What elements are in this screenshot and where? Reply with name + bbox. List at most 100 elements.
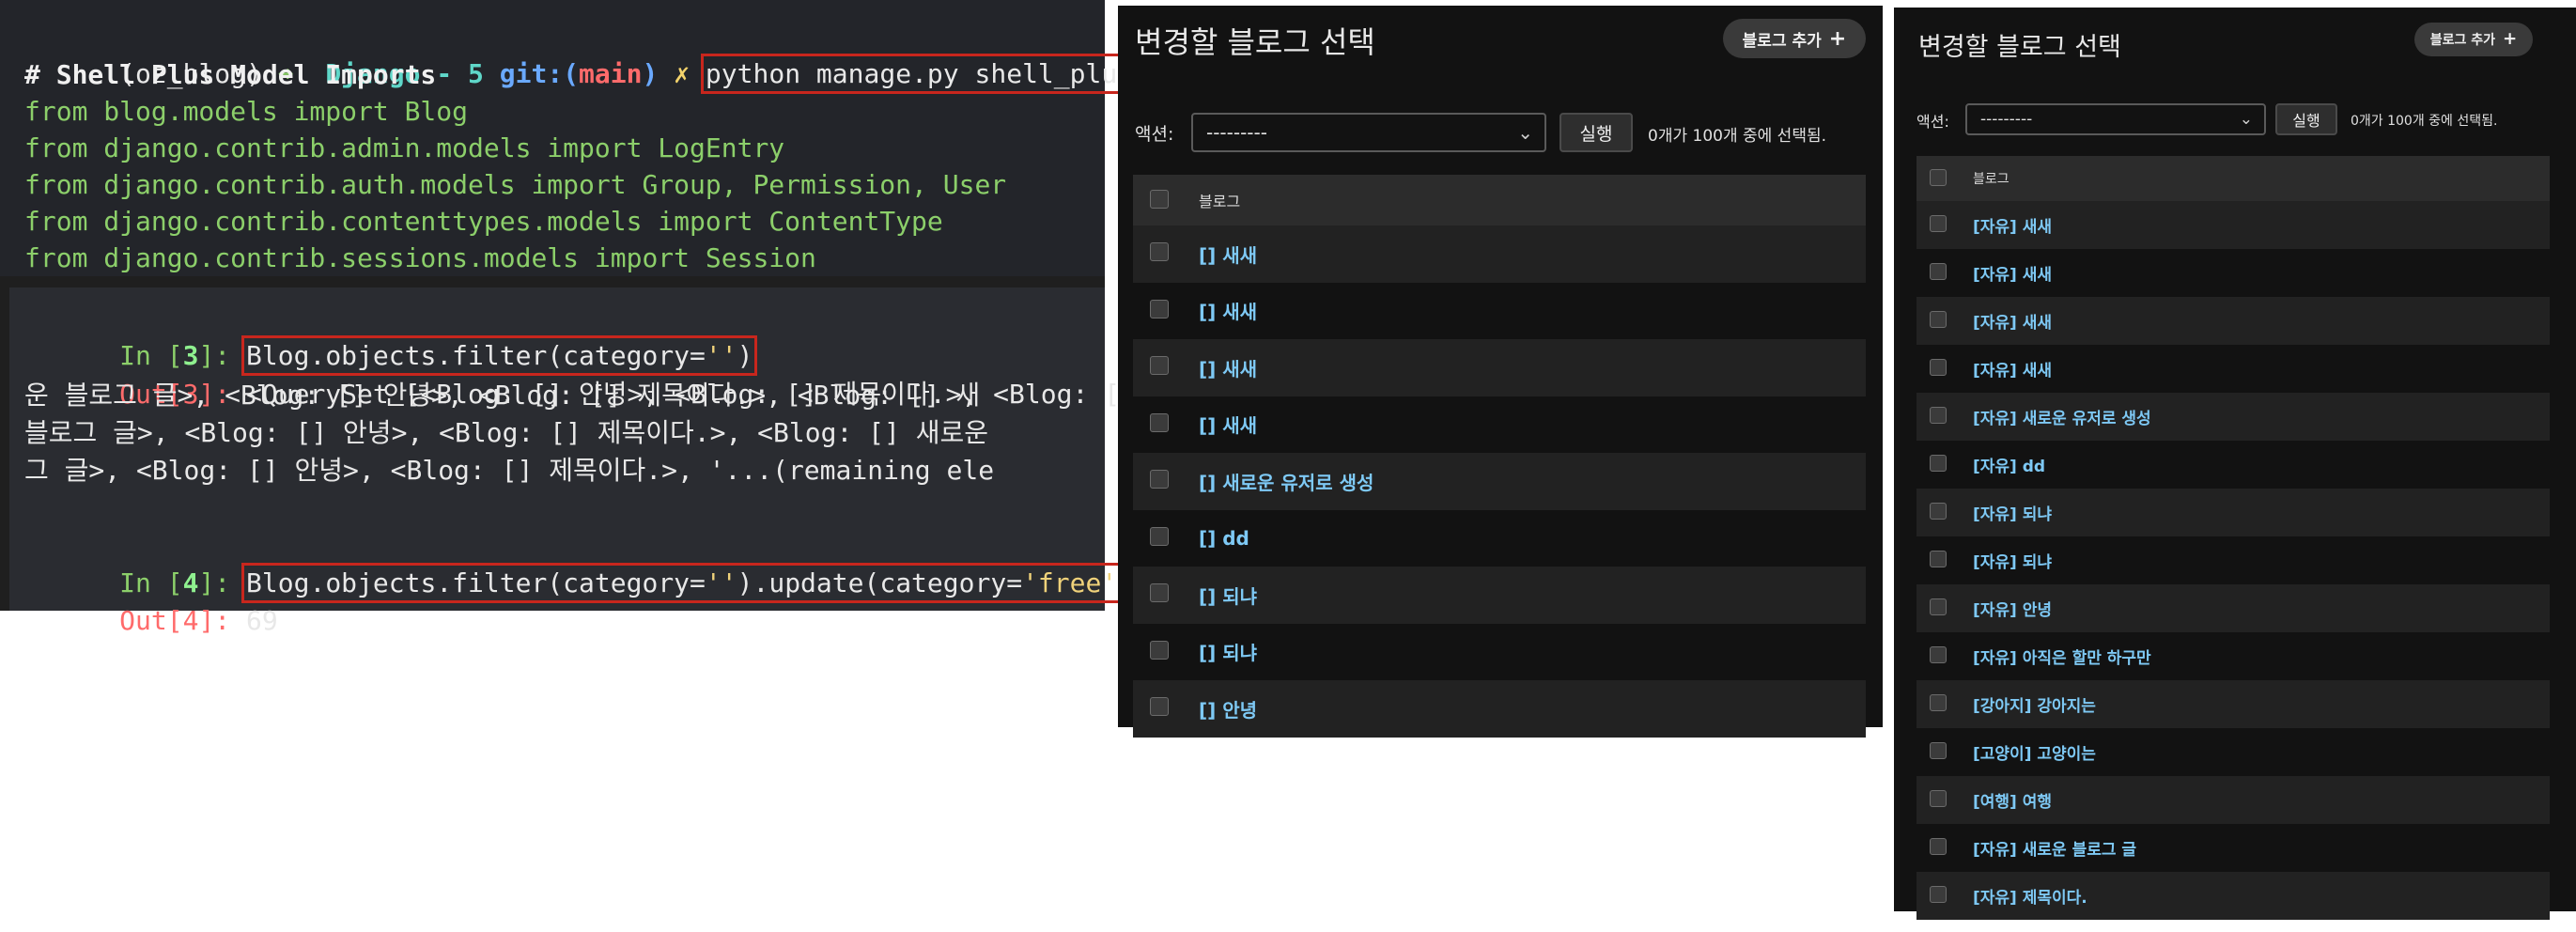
table-row: [] 새새 (1133, 339, 1866, 396)
branch-paren: ( (563, 58, 580, 89)
blog-link[interactable]: [자유] 새새 (1973, 261, 2052, 285)
blog-link[interactable]: [] 새로운 유저로 생성 (1199, 468, 1373, 495)
row-checkbox[interactable] (1150, 412, 1169, 432)
table-row: [자유] 제목이다. (1916, 872, 2550, 920)
row-checkbox[interactable] (1930, 502, 1947, 520)
row-checkbox[interactable] (1150, 470, 1169, 489)
input-4-code: Blog.objects.filter(category='').update(… (241, 563, 1139, 603)
branch-paren: ) (642, 58, 659, 89)
table-row: [] 새새 (1133, 225, 1866, 283)
blog-link[interactable]: [] 되냐 (1199, 582, 1257, 609)
table-row: [자유] 새새 (1916, 345, 2550, 393)
blog-link[interactable]: [] 새새 (1199, 241, 1257, 268)
table-row: [강아지] 강아지는 (1916, 680, 2550, 728)
git-dirty-icon: ✗ (674, 58, 691, 89)
row-checkbox[interactable] (1930, 837, 1947, 855)
table-row: [자유] 되냐 (1916, 489, 2550, 536)
select-all-checkbox[interactable] (1150, 190, 1169, 209)
run-action-button[interactable]: 실행 (1560, 113, 1633, 152)
table-row: [] 새로운 유저로 생성 (1133, 453, 1866, 510)
output-text: 운 블로그 글>, <Blog: [] 안녕>, <Blog: [] 제목이다.… (24, 380, 981, 411)
row-checkbox[interactable] (1150, 583, 1169, 603)
code: ).update(category= (737, 567, 1023, 598)
plus-icon: + (1828, 25, 1847, 51)
row-checkbox[interactable] (1930, 741, 1947, 759)
row-checkbox[interactable] (1930, 885, 1947, 903)
run-action-button[interactable]: 실행 (2275, 103, 2337, 135)
blog-link[interactable]: [자유] 안녕 (1973, 597, 2052, 620)
blog-link[interactable]: [] dd (1199, 527, 1249, 550)
page-title: 변경할 블로그 선택 (1135, 24, 1375, 60)
import-line: from django.contrib.auth.models import G… (24, 169, 1007, 200)
blog-link[interactable]: [강아지] 강아지는 (1973, 692, 2096, 716)
blog-link[interactable]: [] 새새 (1199, 354, 1257, 381)
table-row: [자유] dd (1916, 441, 2550, 489)
table-row: [] 새새 (1133, 396, 1866, 454)
chevron-down-icon: ⌄ (1517, 121, 1533, 144)
imports-header: # Shell Plus Model Imports (24, 59, 437, 90)
blog-link[interactable]: [자유] 새새 (1973, 357, 2052, 381)
table-row: [자유] 새새 (1916, 201, 2550, 249)
blog-link[interactable]: [자유] dd (1973, 453, 2045, 476)
row-checkbox[interactable] (1930, 693, 1947, 711)
blog-link[interactable]: [자유] 되냐 (1973, 501, 2052, 524)
column-header-blog: 블로그 (1199, 193, 1241, 210)
selection-counter: 0개가 100개 중에 선택됨. (2351, 114, 2498, 129)
blog-link[interactable]: [자유] 아직은 할만 하구만 (1973, 645, 2151, 668)
blog-link[interactable]: [자유] 되냐 (1973, 549, 2052, 572)
terminal-block-ipython: In [3]: Blog.objects.filter(category='')… (9, 287, 1139, 636)
table-row: [] dd (1133, 510, 1866, 567)
row-checkbox[interactable] (1930, 454, 1947, 472)
table-row: [] 안녕 (1133, 680, 1866, 738)
table-row: [] 새새 (1133, 283, 1866, 340)
row-checkbox[interactable] (1930, 550, 1947, 567)
row-checkbox[interactable] (1150, 526, 1169, 546)
plus-icon: + (2503, 28, 2518, 49)
terminal-window[interactable]: (oz_blog) ➜ Django - 5 git:(main) ✗ pyth… (0, 0, 1139, 636)
output-4-line: Out[4]: 69 (24, 566, 278, 676)
row-checkbox[interactable] (1150, 242, 1169, 262)
table-row: [자유] 새로운 유저로 생성 (1916, 393, 2550, 441)
code-string: '' (705, 567, 737, 598)
row-checkbox[interactable] (1150, 299, 1169, 318)
blog-link[interactable]: [] 되냐 (1199, 638, 1257, 665)
table-header: 블로그 (1133, 175, 1866, 225)
add-blog-button[interactable]: 블로그 추가 + (2414, 23, 2533, 56)
select-all-checkbox[interactable] (1930, 169, 1947, 186)
blog-link[interactable]: [자유] 새로운 블로그 글 (1973, 836, 2136, 860)
row-checkbox[interactable] (1150, 640, 1169, 660)
action-select-value: --------- (1206, 121, 1267, 144)
blog-link[interactable]: [] 새새 (1199, 411, 1257, 438)
row-checkbox[interactable] (1930, 406, 1947, 424)
blog-link[interactable]: [] 안녕 (1199, 695, 1257, 722)
action-select[interactable]: --------- ⌄ (1191, 113, 1546, 152)
row-checkbox[interactable] (1930, 214, 1947, 232)
row-checkbox[interactable] (1930, 645, 1947, 663)
output-prompt: Out[4]: (119, 605, 247, 636)
add-blog-button[interactable]: 블로그 추가 + (1723, 19, 1866, 58)
row-checkbox[interactable] (1150, 356, 1169, 376)
import-line: from django.contrib.sessions.models impo… (24, 242, 816, 273)
blog-link[interactable]: [자유] 새로운 유저로 생성 (1973, 405, 2151, 428)
row-checkbox[interactable] (1930, 310, 1947, 328)
table-row: [여행] 여행 (1916, 776, 2550, 824)
output-text: 그 글>, <Blog: [] 안녕>, <Blog: [] 제목이다.>, '… (24, 455, 995, 486)
import-line: from django.contrib.admin.models import … (24, 132, 785, 163)
import-line: from django.contrib.contenttypes.models … (24, 206, 943, 237)
admin-changelist-after: 변경할 블로그 선택 블로그 추가 + 액션: --------- ⌄ 실행 0… (1894, 8, 2576, 920)
blog-link[interactable]: [고양이] 고양이는 (1973, 740, 2096, 764)
table-row: [] 되냐 (1133, 567, 1866, 624)
row-checkbox[interactable] (1930, 262, 1947, 280)
blog-link[interactable]: [자유] 새새 (1973, 213, 2052, 237)
page-title: 변경할 블로그 선택 (1918, 33, 2121, 62)
row-checkbox[interactable] (1930, 358, 1947, 376)
blog-link[interactable]: [자유] 제목이다. (1973, 884, 2087, 908)
blog-link[interactable]: [여행] 여행 (1973, 788, 2052, 812)
action-select[interactable]: --------- ⌄ (1965, 103, 2266, 135)
row-checkbox[interactable] (1930, 598, 1947, 615)
blog-link[interactable]: [자유] 새새 (1973, 309, 2052, 333)
action-select-value: --------- (1980, 110, 2033, 129)
row-checkbox[interactable] (1930, 789, 1947, 807)
blog-link[interactable]: [] 새새 (1199, 297, 1257, 324)
row-checkbox[interactable] (1150, 697, 1169, 717)
